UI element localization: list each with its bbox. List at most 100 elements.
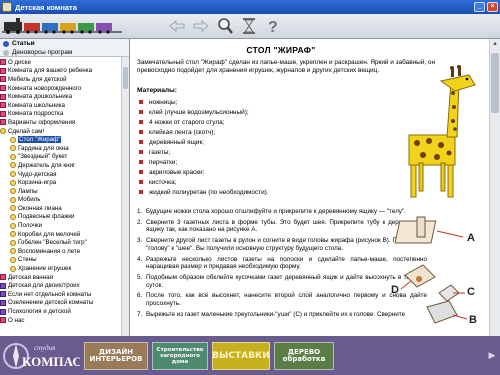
tree-item[interactable]: Полочки	[0, 221, 121, 230]
book-icon	[0, 317, 6, 324]
tree-item[interactable]: Комната школьника	[0, 101, 121, 110]
tree-item-label: Стол "Жираф"	[18, 136, 62, 144]
minimize-button[interactable]: _	[474, 2, 485, 12]
step-item: 2. Сверните 3 газетных листа в форме тубы…	[137, 219, 427, 234]
scroll-up-icon[interactable]: ▲	[490, 39, 500, 49]
tree-item-label: Если нет отдельной комнаты	[8, 290, 92, 298]
hourglass-icon[interactable]	[240, 16, 258, 36]
tree-item-label: Подвесные флажки	[18, 213, 75, 221]
tree-item[interactable]: Мебель для детской	[0, 75, 121, 84]
page-icon	[10, 213, 16, 220]
tree-item-label: Комната дошкольника	[8, 93, 73, 101]
page-icon	[10, 179, 16, 186]
book-icon	[0, 291, 6, 298]
step-text: Разрежьте несколько листов газеты на пол…	[146, 255, 427, 271]
tree-scroll-thumb[interactable]	[123, 67, 128, 89]
banner-exhibitions[interactable]: ВЫСТАВКИ	[212, 341, 270, 370]
book-icon	[0, 274, 6, 281]
tree-item[interactable]: Гобелен "Веселый тигр"	[0, 238, 121, 247]
back-arrow-icon[interactable]	[168, 16, 186, 36]
material-item: акриловые краски;	[139, 167, 269, 177]
page-icon	[10, 222, 16, 229]
tree-item-label: Мобиль	[18, 196, 41, 204]
material-item: жидкий полиуретан (по необходимости).	[139, 187, 269, 197]
banner-house-building[interactable]: Строительство загородного дома	[152, 341, 208, 370]
tree-item[interactable]: Стол "Жираф"	[0, 135, 121, 144]
tree-item[interactable]: Мобиль	[0, 196, 121, 205]
tree-item-label: Детская для двоих/троих	[8, 282, 80, 290]
step-text: После того, как всё высохнет, нанесите в…	[146, 292, 427, 307]
tab-programs[interactable]: Деноворсы програм	[0, 48, 129, 57]
question-icon[interactable]: ?	[264, 16, 282, 36]
banner-interior-design[interactable]: ДИЗАЙН ИНТЕРЬЕРОВ	[84, 341, 148, 370]
step-number: 2.	[137, 218, 143, 226]
steps-list: 1. Будущие ножки стола хорошо отшлифуйте …	[137, 208, 427, 321]
banner-woodwork[interactable]: ДЕРЕВО обработка	[274, 341, 334, 370]
step-number: 7.	[137, 310, 143, 318]
page-icon	[10, 171, 16, 178]
book-icon	[0, 308, 6, 315]
tree-list: О диске Комната для вашего ребенка Мебель …	[0, 58, 121, 324]
tree-item-label: Стены	[18, 256, 37, 264]
tree-item[interactable]: Хранение игрушек	[0, 264, 121, 273]
article-title: СТОЛ "ЖИРАФ"	[246, 45, 316, 55]
tree-item[interactable]: Варианты оформления	[0, 118, 121, 127]
material-item: деревянный ящик;	[139, 137, 269, 147]
tree-item-label: Психология и детской	[8, 308, 71, 316]
tree-item[interactable]: Комната дошкольника	[0, 92, 121, 101]
tree-item[interactable]: О диске	[0, 58, 121, 67]
material-item: кисточка;	[139, 177, 269, 187]
article-scroll-thumb[interactable]	[491, 53, 499, 113]
tree-item-label: Комната школьника	[8, 101, 65, 109]
logo-line1: студия	[34, 344, 55, 352]
tree-item[interactable]: Озеленение детской комнаты	[0, 299, 121, 308]
tree-item[interactable]: Детская для двоих/троих	[0, 281, 121, 290]
tree-item[interactable]: Держатель для книг	[0, 161, 121, 170]
logo-line2: КОМПАС	[22, 354, 80, 369]
tree-item[interactable]: Комната новорожденного	[0, 84, 121, 93]
tree-item[interactable]: "Звездный" букет	[0, 153, 121, 162]
material-item: перчатки;	[139, 157, 269, 167]
tree-item-label: Гобелен "Веселый тигр"	[18, 239, 87, 247]
banner-next-icon[interactable]: ▶	[487, 342, 497, 370]
book-icon	[0, 67, 6, 74]
article-pane: СТОЛ "ЖИРАФ" Замечательный стол "Жираф" …	[131, 39, 489, 336]
forward-arrow-icon[interactable]	[192, 16, 210, 36]
tree-item[interactable]: Подвесные флажки	[0, 213, 121, 222]
tree-item[interactable]: Психология и детской	[0, 307, 121, 316]
tree-item[interactable]: Чудо-детская	[0, 170, 121, 179]
tree-scrollbar[interactable]	[121, 57, 129, 336]
tree-item[interactable]: Воспоминания о лете	[0, 247, 121, 256]
tree-item[interactable]: Если нет отдельной комнаты	[0, 290, 121, 299]
tree-item-label: Комната новорожденного	[8, 84, 82, 92]
tab-articles[interactable]: Статьи	[0, 39, 129, 48]
app-icon	[2, 2, 12, 12]
tree-item[interactable]: Оконная лиана	[0, 204, 121, 213]
tree-item[interactable]: Коробки для мелочей	[0, 230, 121, 239]
page-icon	[10, 188, 16, 195]
page-icon	[10, 231, 16, 238]
tree-item[interactable]: Стены	[0, 256, 121, 265]
tree-item[interactable]: Детская ванная	[0, 273, 121, 282]
tree-item[interactable]: Корзина-игра	[0, 178, 121, 187]
tree-item[interactable]: О нас	[0, 316, 121, 325]
search-icon[interactable]	[216, 16, 234, 36]
book-icon	[0, 76, 6, 83]
step-number: 1.	[137, 208, 143, 215]
tree-item[interactable]: Гардина для окна	[0, 144, 121, 153]
tree-item[interactable]: Комната подростка	[0, 110, 121, 119]
tree-item[interactable]: Комната для вашего ребенка	[0, 67, 121, 76]
tree-item-label: Держатель для книг	[18, 161, 76, 169]
nav-tabs: Статьи Деноворсы програм	[0, 39, 129, 57]
step-number: 5.	[137, 273, 143, 281]
compass-logo[interactable]: студия КОМПАС	[2, 338, 80, 373]
article-scrollbar[interactable]: ▲	[489, 39, 500, 336]
page-icon	[10, 153, 16, 160]
close-button[interactable]: ×	[487, 2, 498, 12]
step-text: Сверните 3 газетных листа в форме тубы. …	[146, 218, 427, 234]
tree-item-label: Хранение игрушек	[18, 265, 72, 273]
tree-item[interactable]: Сделай сам!	[0, 127, 121, 136]
step-number: 4.	[137, 255, 143, 263]
tree-item[interactable]: Лампы	[0, 187, 121, 196]
train-icon	[2, 18, 122, 34]
